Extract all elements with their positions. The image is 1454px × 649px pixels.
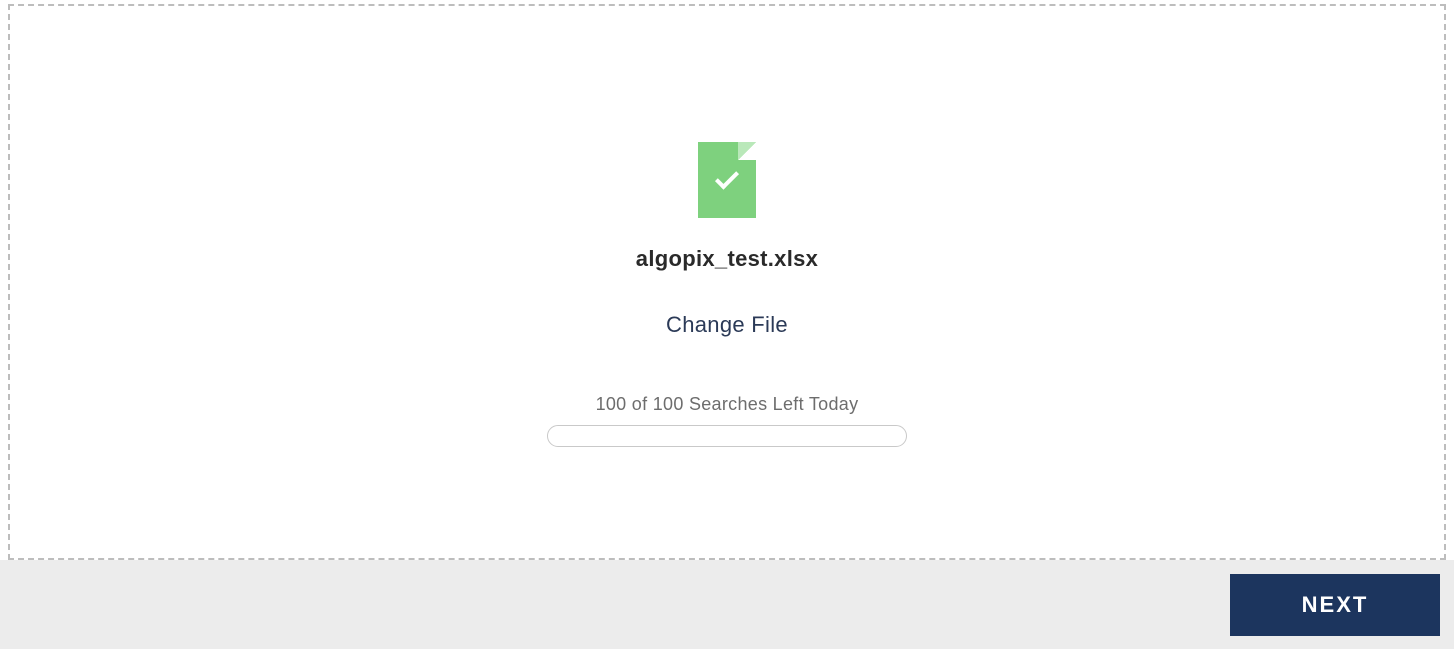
next-button[interactable]: NEXT bbox=[1230, 574, 1440, 636]
uploaded-filename: algopix_test.xlsx bbox=[636, 246, 818, 272]
footer-bar: NEXT bbox=[0, 560, 1454, 649]
file-dropzone[interactable]: algopix_test.xlsx Change File 100 of 100… bbox=[8, 4, 1446, 560]
search-quota-bar bbox=[547, 425, 907, 447]
change-file-link[interactable]: Change File bbox=[666, 312, 788, 338]
search-quota-text: 100 of 100 Searches Left Today bbox=[596, 394, 859, 415]
file-success-icon bbox=[698, 142, 756, 218]
